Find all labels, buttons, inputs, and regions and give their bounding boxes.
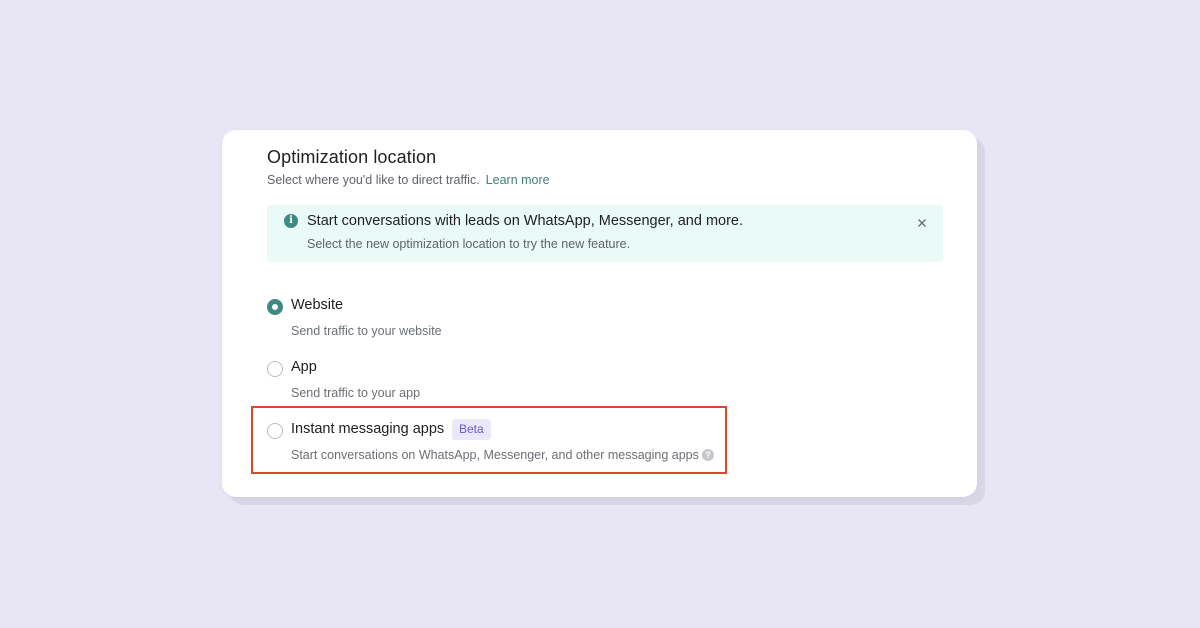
section-title: Optimization location <box>267 147 437 167</box>
beta-badge: Beta <box>452 419 491 440</box>
option-website-description: Send traffic to your website <box>291 324 442 338</box>
option-instant-messaging-description: Start conversations on WhatsApp, Messeng… <box>291 448 699 462</box>
radio-website[interactable] <box>267 299 283 315</box>
optimization-location-card: Optimization location Select where you'd… <box>222 130 977 497</box>
option-app[interactable]: App Send traffic to your app <box>267 359 907 411</box>
option-website-label: Website <box>291 297 344 313</box>
option-app-description: Send traffic to your app <box>291 386 421 400</box>
info-banner: i Start conversations with leads on What… <box>267 205 943 262</box>
section-subtitle-text: Select where you'd like to direct traffi… <box>267 173 480 187</box>
section-subtitle: Select where you'd like to direct traffi… <box>267 173 550 187</box>
option-website[interactable]: Website Send traffic to your website <box>267 297 907 349</box>
banner-text: Select the new optimization location to … <box>307 237 631 251</box>
banner-title: Start conversations with leads on WhatsA… <box>307 213 744 229</box>
close-icon[interactable] <box>915 216 929 230</box>
option-instant-messaging[interactable]: Instant messaging apps Beta Start conver… <box>267 419 907 473</box>
option-instant-messaging-label: Instant messaging apps <box>291 421 445 437</box>
radio-instant-messaging[interactable] <box>267 423 283 439</box>
learn-more-link[interactable]: Learn more <box>486 173 550 187</box>
option-app-label: App <box>291 359 317 375</box>
radio-app[interactable] <box>267 361 283 377</box>
info-icon: i <box>284 214 298 228</box>
help-icon[interactable]: ? <box>702 449 714 461</box>
